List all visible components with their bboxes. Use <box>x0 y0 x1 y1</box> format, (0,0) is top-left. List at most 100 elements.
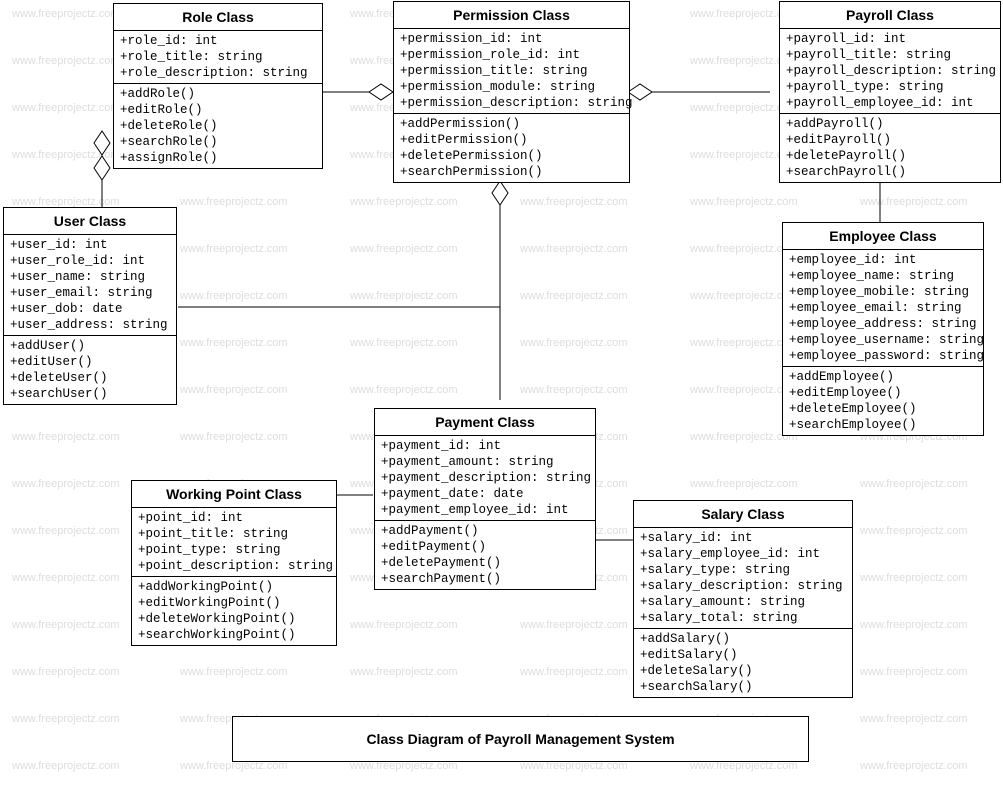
class-permission: Permission Class +permission_id: int+per… <box>393 1 630 183</box>
watermark-text: www.freeprojectz.com <box>12 8 120 20</box>
class-member: +searchRole() <box>120 134 316 150</box>
class-title: Salary Class <box>634 501 852 528</box>
watermark-text: www.freeprojectz.com <box>180 243 288 255</box>
class-member: +addWorkingPoint() <box>138 579 330 595</box>
class-member: +deleteWorkingPoint() <box>138 611 330 627</box>
class-member: +point_id: int <box>138 510 330 526</box>
class-member: +salary_description: string <box>640 578 846 594</box>
watermark-text: www.freeprojectz.com <box>12 149 120 161</box>
watermark-text: www.freeprojectz.com <box>180 337 288 349</box>
class-member: +user_email: string <box>10 285 170 301</box>
class-methods: +addUser()+editUser()+deleteUser()+searc… <box>4 336 176 404</box>
class-title: Employee Class <box>783 223 983 250</box>
class-member: +employee_name: string <box>789 268 977 284</box>
watermark-text: www.freeprojectz.com <box>690 196 798 208</box>
class-member: +addEmployee() <box>789 369 977 385</box>
class-member: +permission_title: string <box>400 63 623 79</box>
class-title: Role Class <box>114 4 322 31</box>
class-title: Working Point Class <box>132 481 336 508</box>
watermark-text: www.freeprojectz.com <box>860 760 968 772</box>
class-member: +payroll_id: int <box>786 31 994 47</box>
class-member: +payroll_type: string <box>786 79 994 95</box>
watermark-text: www.freeprojectz.com <box>350 290 458 302</box>
class-methods: +addWorkingPoint()+editWorkingPoint()+de… <box>132 577 336 645</box>
class-workingpoint: Working Point Class +point_id: int+point… <box>131 480 337 646</box>
class-title: Permission Class <box>394 2 629 29</box>
watermark-text: www.freeprojectz.com <box>860 666 968 678</box>
watermark-text: www.freeprojectz.com <box>350 666 458 678</box>
watermark-text: www.freeprojectz.com <box>520 196 628 208</box>
class-member: +employee_mobile: string <box>789 284 977 300</box>
class-member: +payment_id: int <box>381 438 589 454</box>
class-employee: Employee Class +employee_id: int+employe… <box>782 222 984 436</box>
class-user: User Class +user_id: int+user_role_id: i… <box>3 207 177 405</box>
class-member: +user_role_id: int <box>10 253 170 269</box>
watermark-text: www.freeprojectz.com <box>860 196 968 208</box>
class-member: +addPermission() <box>400 116 623 132</box>
class-member: +searchUser() <box>10 386 170 402</box>
class-member: +permission_id: int <box>400 31 623 47</box>
class-methods: +addSalary()+editSalary()+deleteSalary()… <box>634 629 852 697</box>
class-member: +employee_email: string <box>789 300 977 316</box>
watermark-text: www.freeprojectz.com <box>12 619 120 631</box>
watermark-text: www.freeprojectz.com <box>180 384 288 396</box>
class-member: +editSalary() <box>640 647 846 663</box>
class-member: +payroll_description: string <box>786 63 994 79</box>
watermark-text: www.freeprojectz.com <box>180 196 288 208</box>
watermark-text: www.freeprojectz.com <box>860 525 968 537</box>
class-member: +editUser() <box>10 354 170 370</box>
class-member: +payment_amount: string <box>381 454 589 470</box>
watermark-text: www.freeprojectz.com <box>690 478 798 490</box>
class-methods: +addPermission()+editPermission()+delete… <box>394 114 629 182</box>
class-member: +searchSalary() <box>640 679 846 695</box>
class-member: +payroll_title: string <box>786 47 994 63</box>
class-attrs: +salary_id: int+salary_employee_id: int+… <box>634 528 852 629</box>
class-salary: Salary Class +salary_id: int+salary_empl… <box>633 500 853 698</box>
class-attrs: +employee_id: int+employee_name: string+… <box>783 250 983 367</box>
class-member: +point_title: string <box>138 526 330 542</box>
class-member: +addRole() <box>120 86 316 102</box>
class-member: +permission_module: string <box>400 79 623 95</box>
watermark-text: www.freeprojectz.com <box>350 619 458 631</box>
class-member: +permission_description: string <box>400 95 623 111</box>
class-title: User Class <box>4 208 176 235</box>
class-title: Payroll Class <box>780 2 1000 29</box>
class-member: +deleteSalary() <box>640 663 846 679</box>
watermark-text: www.freeprojectz.com <box>12 478 120 490</box>
watermark-text: www.freeprojectz.com <box>520 337 628 349</box>
class-member: +salary_total: string <box>640 610 846 626</box>
watermark-text: www.freeprojectz.com <box>860 478 968 490</box>
watermark-text: www.freeprojectz.com <box>12 666 120 678</box>
class-member: +addPayment() <box>381 523 589 539</box>
class-member: +addSalary() <box>640 631 846 647</box>
class-member: +searchPayroll() <box>786 164 994 180</box>
class-methods: +addRole()+editRole()+deleteRole()+searc… <box>114 84 322 168</box>
watermark-text: www.freeprojectz.com <box>12 102 120 114</box>
class-member: +deletePermission() <box>400 148 623 164</box>
watermark-text: www.freeprojectz.com <box>12 55 120 67</box>
class-member: +assignRole() <box>120 150 316 166</box>
class-member: +salary_id: int <box>640 530 846 546</box>
class-member: +salary_type: string <box>640 562 846 578</box>
class-member: +role_title: string <box>120 49 316 65</box>
class-member: +editPayment() <box>381 539 589 555</box>
class-member: +searchEmployee() <box>789 417 977 433</box>
watermark-text: www.freeprojectz.com <box>520 619 628 631</box>
class-member: +salary_employee_id: int <box>640 546 846 562</box>
class-member: +employee_username: string <box>789 332 977 348</box>
class-attrs: +point_id: int+point_title: string+point… <box>132 508 336 577</box>
watermark-text: www.freeprojectz.com <box>520 384 628 396</box>
class-member: +deletePayment() <box>381 555 589 571</box>
class-member: +deleteEmployee() <box>789 401 977 417</box>
class-attrs: +payroll_id: int+payroll_title: string+p… <box>780 29 1000 114</box>
watermark-text: www.freeprojectz.com <box>350 196 458 208</box>
class-member: +salary_amount: string <box>640 594 846 610</box>
class-member: +payment_employee_id: int <box>381 502 589 518</box>
class-member: +role_id: int <box>120 33 316 49</box>
class-member: +searchWorkingPoint() <box>138 627 330 643</box>
watermark-text: www.freeprojectz.com <box>12 713 120 725</box>
class-attrs: +permission_id: int+permission_role_id: … <box>394 29 629 114</box>
class-member: +user_name: string <box>10 269 170 285</box>
watermark-text: www.freeprojectz.com <box>860 619 968 631</box>
watermark-text: www.freeprojectz.com <box>12 572 120 584</box>
